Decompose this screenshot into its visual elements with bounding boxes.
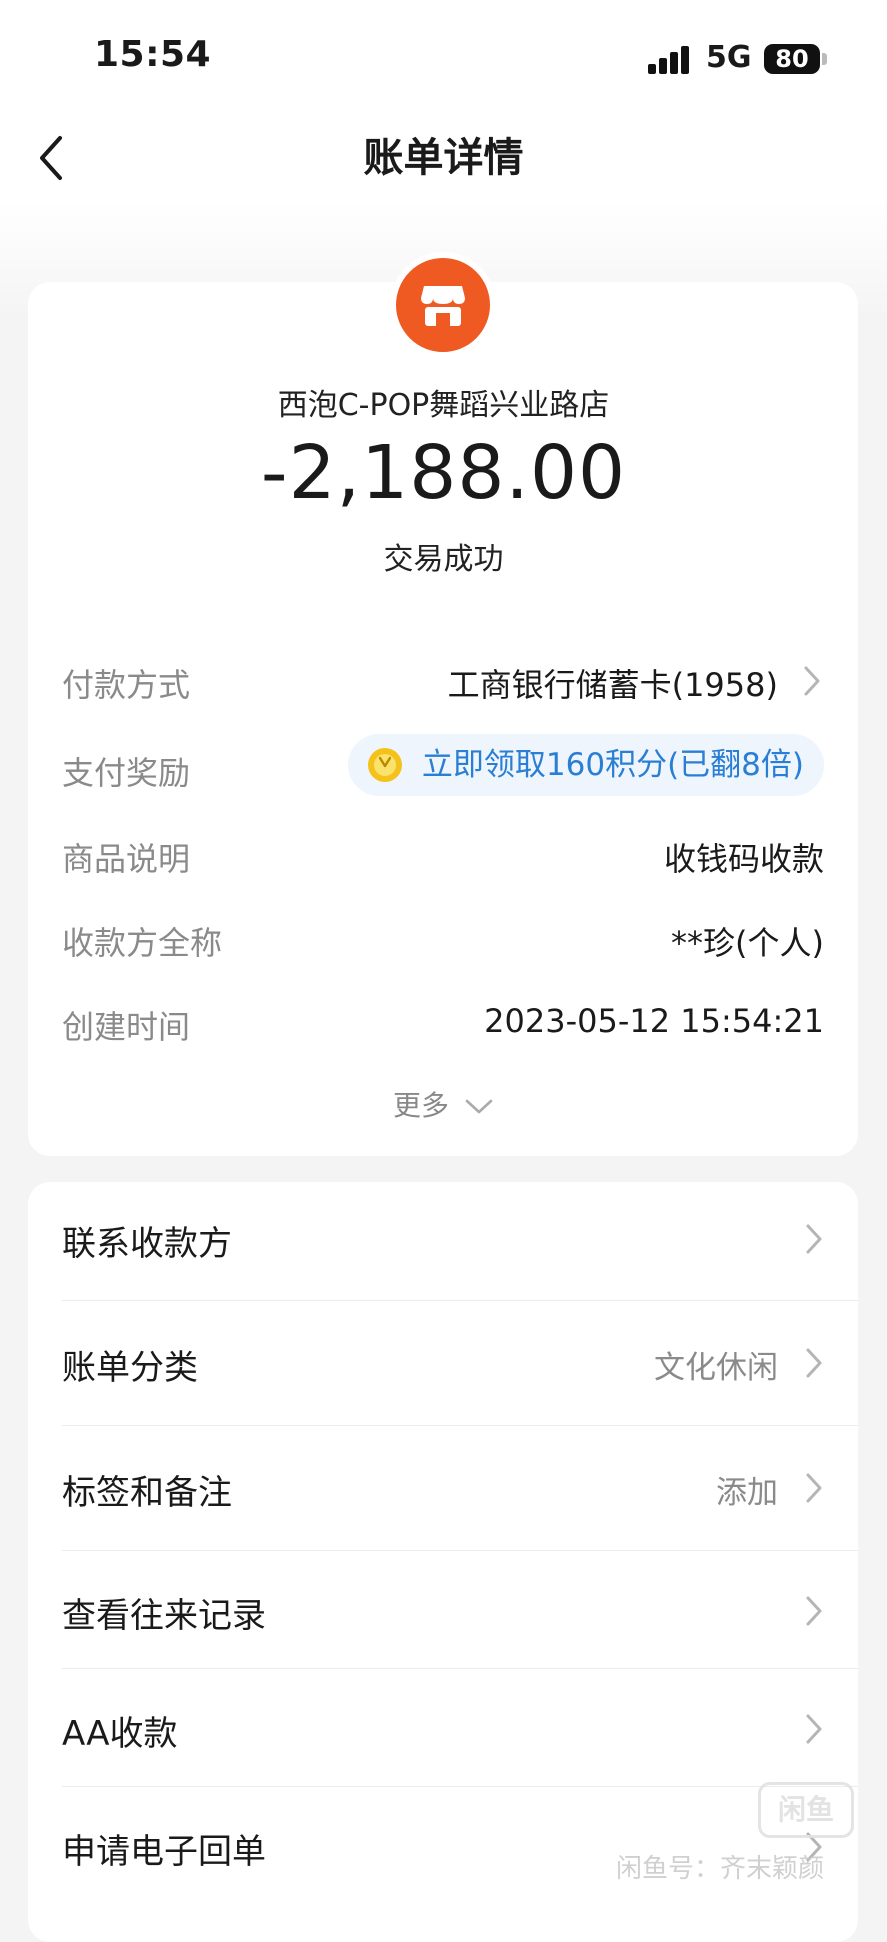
battery-icon: 80 [764,44,820,74]
payee-label: 收款方全称 [62,924,223,962]
product-row: 商品说明 收钱码收款 [62,826,824,882]
payee-value: **珍(个人) [671,924,824,962]
contact-payee-label: 联系收款方 [62,1224,232,1264]
transaction-amount: -2,188.00 [260,430,627,516]
payment-method-row[interactable]: 付款方式 工商银行储蓄卡(1958) [62,652,824,708]
tags-notes-label: 标签和备注 [62,1473,232,1513]
bill-category-value: 文化休闲 [654,1350,778,1386]
chevron-right-icon [806,1224,822,1254]
product-value: 收钱码收款 [663,840,824,878]
chevron-down-icon [465,1099,493,1114]
bill-category-row[interactable]: 账单分类 文化休闲 [62,1302,858,1422]
created-time-row: 创建时间 2023-05-12 15:54:21 [62,994,824,1050]
aa-collect-label: AA收款 [62,1714,178,1754]
reward-claim-button[interactable]: 立即领取160积分(已翻8倍) [347,734,824,796]
more-button[interactable]: 更多 [0,1084,887,1124]
tags-notes-value: 添加 [716,1475,778,1511]
e-receipt-label: 申请电子回单 [62,1832,266,1872]
bill-category-label: 账单分类 [62,1348,198,1388]
status-time: 15:54 [94,34,212,75]
divider [62,1425,858,1426]
transaction-history-row[interactable]: 查看往来记录 [62,1550,858,1670]
chevron-right-icon [806,1714,822,1744]
product-label: 商品说明 [62,840,191,878]
watermark-logo: 闲鱼 [758,1782,854,1838]
chevron-right-icon [806,1596,822,1626]
network-label: 5G [706,40,752,75]
chevron-right-icon [806,1473,822,1503]
transaction-status: 交易成功 [383,542,504,577]
coin-icon [367,748,402,782]
chevron-right-icon [804,666,820,696]
reward-claim-text: 立即领取160积分(已翻8倍) [421,747,804,783]
transaction-history-label: 查看往来记录 [62,1596,266,1636]
contact-payee-row[interactable]: 联系收款方 [62,1178,858,1298]
payment-method-label: 付款方式 [62,666,191,704]
chevron-right-icon [806,1348,822,1378]
created-time-value: 2023-05-12 15:54:21 [484,1002,824,1040]
divider [62,1300,858,1301]
reward-label: 支付奖励 [62,754,191,792]
page-title: 账单详情 [363,135,524,181]
aa-collect-row[interactable]: AA收款 [62,1668,858,1788]
e-receipt-row[interactable]: 申请电子回单 [62,1786,858,1906]
back-icon[interactable] [30,128,80,188]
payment-method-value: 工商银行储蓄卡(1958) [447,666,778,704]
reward-row: 支付奖励 立即领取160积分(已翻8倍) [62,734,824,796]
merchant-name: 西泡C-POP舞蹈兴业路店 [277,388,610,423]
payee-row: 收款方全称 **珍(个人) [62,910,824,966]
status-bar: 15:54 5G 80 [0,0,887,110]
tags-notes-row[interactable]: 标签和备注 添加 [62,1427,858,1547]
store-icon [390,252,496,358]
signal-icon [648,44,692,74]
battery-cap [822,53,827,65]
more-label: 更多 [393,1089,450,1122]
watermark-text: 闲鱼号：齐末颖颜 [616,1854,825,1884]
created-time-label: 创建时间 [62,1008,191,1046]
